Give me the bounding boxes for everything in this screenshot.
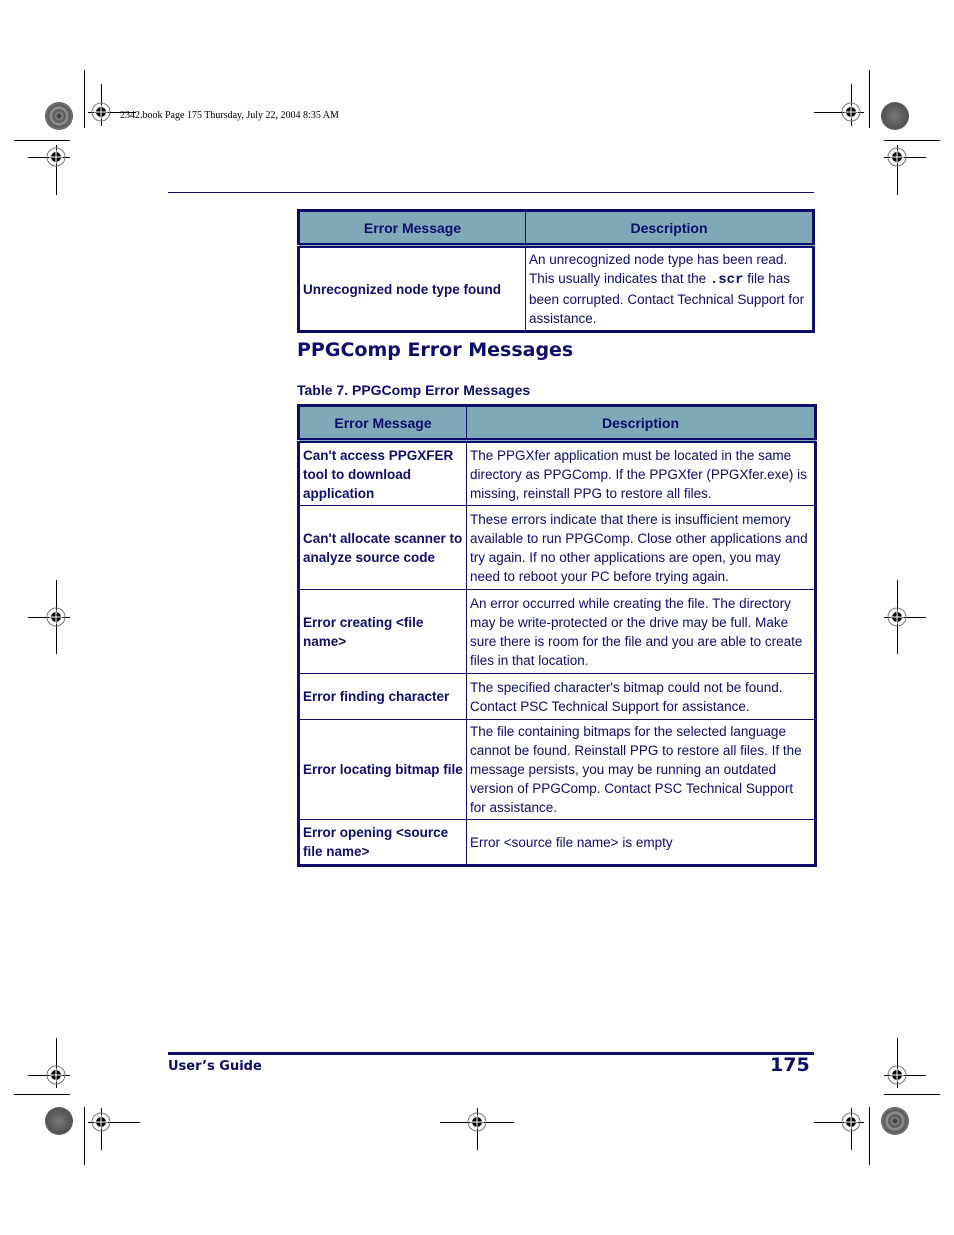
column-header-description: Description <box>466 405 816 443</box>
crop-mark <box>869 1107 870 1165</box>
crop-mark <box>84 70 85 128</box>
file-extension-code: .scr <box>709 272 744 288</box>
column-header-error-message: Error Message <box>298 405 467 443</box>
table-row: Error finding character The specified ch… <box>298 673 816 720</box>
table-row: Unrecognized node type found An unrecogn… <box>298 245 814 332</box>
registration-rosette-icon <box>881 102 909 130</box>
ppgcomp-error-table: Error Message Description Can't access P… <box>297 404 817 867</box>
crop-mark <box>884 1094 940 1095</box>
description-cell: The specified character's bitmap could n… <box>466 673 816 720</box>
description-cell: An unrecognized node type has been read.… <box>526 246 814 332</box>
registration-target-icon <box>91 102 111 122</box>
registration-target-icon <box>91 1112 111 1132</box>
registration-target-icon <box>46 607 66 627</box>
crop-mark <box>84 1107 85 1165</box>
description-cell: An error occurred while creating the fil… <box>466 589 816 674</box>
registration-rosette-icon <box>45 102 73 130</box>
description-cell: The PPGXfer application must be located … <box>470 447 807 501</box>
registration-target-icon <box>467 1112 487 1132</box>
table-row: Error opening <source file name> Error <… <box>298 819 816 866</box>
table-header-row: Error Message Description <box>298 210 814 248</box>
registration-target-icon <box>887 607 907 627</box>
registration-target-icon <box>841 102 861 122</box>
error-message-cell: Error finding character <box>298 673 467 720</box>
table-header-row: Error Message Description <box>298 405 816 443</box>
page-number: 175 <box>770 1054 810 1076</box>
footer-guide-title: User’s Guide <box>168 1059 262 1074</box>
table-caption: Table 7. PPGComp Error Messages <box>297 382 531 398</box>
description-cell: Error <source file name> is empty <box>466 819 816 866</box>
registration-target-icon <box>46 1065 66 1085</box>
column-header-error-message: Error Message <box>298 210 526 248</box>
registration-rosette-icon <box>881 1107 909 1135</box>
registration-rosette-icon <box>45 1107 73 1135</box>
registration-target-icon <box>841 1112 861 1132</box>
error-message-cell: Error locating bitmap file <box>298 719 467 820</box>
error-message-cell: Error creating <file name> <box>298 589 467 674</box>
table-row: Error creating <file name> An error occu… <box>298 589 816 674</box>
table-row: Can't allocate scanner to analyze source… <box>298 505 816 590</box>
continued-error-table: Error Message Description Unrecognized n… <box>297 209 815 333</box>
registration-target-icon <box>887 1065 907 1085</box>
crop-mark <box>14 1094 70 1095</box>
error-message-cell: Can't allocate scanner to analyze source… <box>298 505 467 590</box>
crop-mark <box>869 70 870 128</box>
error-message-cell: Can't access PPGXFER tool to download ap… <box>298 440 467 506</box>
registration-target-icon <box>887 147 907 167</box>
error-message-cell: Unrecognized node type found <box>298 245 526 332</box>
section-title: PPGComp Error Messages <box>297 339 574 361</box>
table-row: Error locating bitmap file The file cont… <box>298 719 816 820</box>
crop-mark <box>14 140 70 141</box>
crop-mark <box>884 140 940 141</box>
column-header-description: Description <box>525 210 814 248</box>
footer-rule <box>168 1052 814 1055</box>
table-row: Can't access PPGXFER tool to download ap… <box>298 440 816 506</box>
description-cell: The file containing bitmaps for the sele… <box>466 719 816 820</box>
error-message-cell: Error opening <source file name> <box>298 819 467 866</box>
description-cell: These errors indicate that there is insu… <box>466 505 816 590</box>
registration-target-icon <box>46 147 66 167</box>
print-slug: 2342.book Page 175 Thursday, July 22, 20… <box>120 110 339 121</box>
header-rule <box>168 192 814 193</box>
